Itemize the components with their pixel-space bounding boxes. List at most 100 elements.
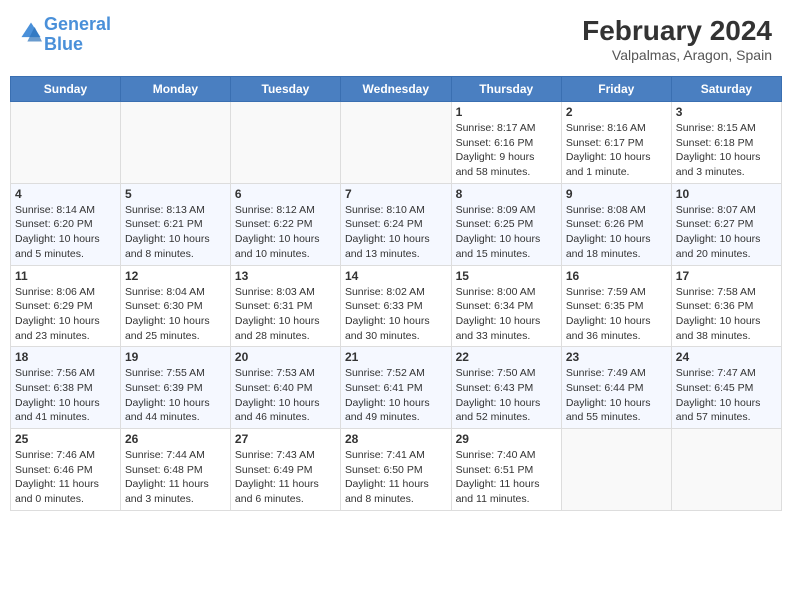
cell-info: Daylight: 10 hours	[235, 314, 336, 329]
cell-info: Sunset: 6:50 PM	[345, 463, 447, 478]
cell-info: Sunrise: 7:59 AM	[566, 285, 667, 300]
cell-info: Sunrise: 7:44 AM	[125, 448, 226, 463]
cell-info: Sunset: 6:39 PM	[125, 381, 226, 396]
cell-info: Sunrise: 8:16 AM	[566, 121, 667, 136]
cell-info: Sunset: 6:18 PM	[676, 136, 777, 151]
cell-info: Sunrise: 8:08 AM	[566, 203, 667, 218]
cell-info: and 25 minutes.	[125, 329, 226, 344]
cell-info: Daylight: 10 hours	[456, 396, 557, 411]
cell-info: Daylight: 10 hours	[676, 314, 777, 329]
cell-info: and 1 minute.	[566, 165, 667, 180]
calendar-cell: 11Sunrise: 8:06 AMSunset: 6:29 PMDayligh…	[11, 265, 121, 347]
cell-info: Daylight: 10 hours	[566, 150, 667, 165]
cell-info: and 8 minutes.	[345, 492, 447, 507]
calendar-cell: 19Sunrise: 7:55 AMSunset: 6:39 PMDayligh…	[120, 347, 230, 429]
calendar-cell: 14 Sunrise: 8:02 AMSunset: 6:33 PMDayligh…	[340, 265, 451, 347]
cell-info: Sunrise: 7:52 AM	[345, 366, 447, 381]
calendar-cell: 22Sunrise: 7:50 AMSunset: 6:43 PMDayligh…	[451, 347, 561, 429]
cell-info: Sunset: 6:25 PM	[456, 217, 557, 232]
cell-info: and 36 minutes.	[566, 329, 667, 344]
cell-info: and 18 minutes.	[566, 247, 667, 262]
calendar-cell: 4Sunrise: 8:14 AMSunset: 6:20 PMDaylight…	[11, 183, 121, 265]
calendar-cell: 21Sunrise: 7:52 AMSunset: 6:41 PMDayligh…	[340, 347, 451, 429]
cell-info: and 3 minutes.	[125, 492, 226, 507]
date-number: 14	[345, 269, 447, 283]
date-number: 1	[456, 105, 557, 119]
cell-info: Sunset: 6:49 PM	[235, 463, 336, 478]
cell-info: Sunset: 6:33 PM	[345, 299, 447, 314]
date-number: 18	[15, 350, 116, 364]
calendar-cell: 2Sunrise: 8:16 AMSunset: 6:17 PMDaylight…	[561, 102, 671, 184]
date-number: 12	[125, 269, 226, 283]
calendar-cell: 23Sunrise: 7:49 AMSunset: 6:44 PMDayligh…	[561, 347, 671, 429]
cell-info: Daylight: 10 hours	[125, 232, 226, 247]
cell-info: and 30 minutes.	[345, 329, 447, 344]
week-row-1: 4Sunrise: 8:14 AMSunset: 6:20 PMDaylight…	[11, 183, 782, 265]
cell-info: and 33 minutes.	[456, 329, 557, 344]
cell-info: Sunrise: 8:07 AM	[676, 203, 777, 218]
cell-info: and 23 minutes.	[15, 329, 116, 344]
cell-info: Daylight: 10 hours	[456, 232, 557, 247]
cell-info: Sunrise: 7:50 AM	[456, 366, 557, 381]
calendar-cell: 17Sunrise: 7:58 AMSunset: 6:36 PMDayligh…	[671, 265, 781, 347]
date-number: 13	[235, 269, 336, 283]
location: Valpalmas, Aragon, Spain	[582, 47, 772, 63]
day-header-sunday: Sunday	[11, 77, 121, 102]
cell-info: Sunrise: 8:02 AM	[345, 285, 447, 300]
cell-info: Sunset: 6:30 PM	[125, 299, 226, 314]
cell-info: Sunrise: 8:00 AM	[456, 285, 557, 300]
date-number: 8	[456, 187, 557, 201]
cell-info: Daylight: 10 hours	[566, 314, 667, 329]
calendar-cell	[561, 429, 671, 511]
logo-text: General Blue	[44, 15, 111, 55]
calendar-cell: 27Sunrise: 7:43 AMSunset: 6:49 PMDayligh…	[230, 429, 340, 511]
cell-info: and 3 minutes.	[676, 165, 777, 180]
cell-info: and 44 minutes.	[125, 410, 226, 425]
cell-info: Sunrise: 8:15 AM	[676, 121, 777, 136]
cell-info: and 41 minutes.	[15, 410, 116, 425]
cell-info: Daylight: 10 hours	[235, 396, 336, 411]
cell-info: Sunrise: 8:04 AM	[125, 285, 226, 300]
cell-info: and 38 minutes.	[676, 329, 777, 344]
cell-info: Sunrise: 8:14 AM	[15, 203, 116, 218]
calendar-cell: 26Sunrise: 7:44 AMSunset: 6:48 PMDayligh…	[120, 429, 230, 511]
cell-info: Sunset: 6:31 PM	[235, 299, 336, 314]
calendar-cell: 7Sunrise: 8:10 AMSunset: 6:24 PMDaylight…	[340, 183, 451, 265]
cell-info: Daylight: 10 hours	[566, 396, 667, 411]
calendar-cell: 8Sunrise: 8:09 AMSunset: 6:25 PMDaylight…	[451, 183, 561, 265]
page-header: General Blue February 2024 Valpalmas, Ar…	[10, 10, 782, 68]
calendar-cell: 13Sunrise: 8:03 AMSunset: 6:31 PMDayligh…	[230, 265, 340, 347]
cell-info: Daylight: 11 hours	[235, 477, 336, 492]
cell-info: Daylight: 10 hours	[125, 314, 226, 329]
cell-info: Daylight: 10 hours	[15, 314, 116, 329]
week-row-4: 25Sunrise: 7:46 AMSunset: 6:46 PMDayligh…	[11, 429, 782, 511]
cell-info: and 15 minutes.	[456, 247, 557, 262]
day-header-row: SundayMondayTuesdayWednesdayThursdayFrid…	[11, 77, 782, 102]
calendar-cell: 12 Sunrise: 8:04 AMSunset: 6:30 PMDayligh…	[120, 265, 230, 347]
cell-info: Sunrise: 8:17 AM	[456, 121, 557, 136]
cell-info: Sunset: 6:35 PM	[566, 299, 667, 314]
month-title: February 2024	[582, 15, 772, 47]
cell-info: Daylight: 10 hours	[345, 314, 447, 329]
calendar-table: SundayMondayTuesdayWednesdayThursdayFrid…	[10, 76, 782, 511]
date-number: 20	[235, 350, 336, 364]
date-number: 24	[676, 350, 777, 364]
date-number: 9	[566, 187, 667, 201]
cell-info: and 57 minutes.	[676, 410, 777, 425]
cell-info: Sunrise: 8:12 AM	[235, 203, 336, 218]
cell-info: Sunset: 6:24 PM	[345, 217, 447, 232]
cell-info: Sunset: 6:44 PM	[566, 381, 667, 396]
day-header-saturday: Saturday	[671, 77, 781, 102]
cell-info: Daylight: 10 hours	[235, 232, 336, 247]
logo-icon	[20, 21, 42, 43]
cell-info: Sunset: 6:29 PM	[15, 299, 116, 314]
calendar-cell: 24Sunrise: 7:47 AMSunset: 6:45 PMDayligh…	[671, 347, 781, 429]
calendar-cell: 1Sunrise: 8:17 AMSunset: 6:16 PMDaylight…	[451, 102, 561, 184]
cell-info: Daylight: 10 hours	[345, 396, 447, 411]
date-number: 25	[15, 432, 116, 446]
date-number: 28	[345, 432, 447, 446]
cell-info: Daylight: 10 hours	[456, 314, 557, 329]
cell-info: and 0 minutes.	[15, 492, 116, 507]
cell-info: and 11 minutes.	[456, 492, 557, 507]
cell-info: Daylight: 11 hours	[15, 477, 116, 492]
